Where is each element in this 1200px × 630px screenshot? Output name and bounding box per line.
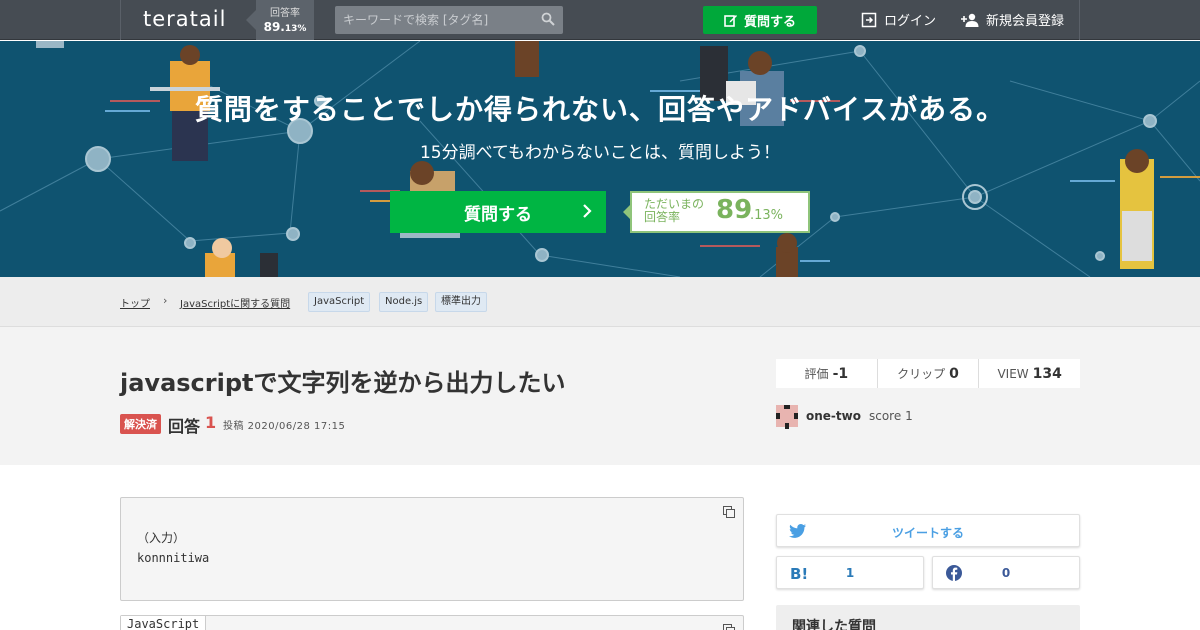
code-language-label: JavaScript [121, 616, 207, 630]
login-icon [861, 12, 877, 27]
signup-label: 新規会員登録 [986, 14, 1065, 29]
tag-javascript[interactable]: JavaScript [308, 292, 371, 312]
question-header: javascriptで文字列を逆から出力したい 解決済 回答 1 投稿 2020… [0, 327, 1200, 465]
facebook-count: 0 [1001, 566, 1011, 580]
question-stats: 評価 -1 クリップ 0 VIEW 134 [776, 359, 1080, 388]
breadcrumb-separator: › [163, 294, 168, 307]
status-badge: 解決済 [120, 414, 161, 434]
breadcrumb: トップ › JavaScriptに関する質問 JavaScript Node.j… [0, 277, 1200, 327]
chevron-right-icon [583, 204, 592, 218]
copy-icon[interactable] [723, 506, 735, 518]
search-box [335, 6, 563, 34]
answers-count[interactable]: 1 [205, 413, 216, 432]
hero-answer-rate: ただいまの回答率 89 .13% [623, 191, 810, 233]
hero-rate-decimal: .13% [750, 208, 784, 223]
login-label: ログイン [884, 14, 937, 29]
answer-rate-badge: 回答率 89.13% [246, 0, 314, 40]
tweet-label: ツイートする [891, 526, 964, 540]
hero-title: 質問をすることでしか得られない、回答やアドバイスがある。 [194, 93, 1006, 126]
javascript-code-block: JavaScript [120, 615, 744, 630]
answer-rate-value: 89.13% [263, 20, 307, 34]
hero-rate-number: 89 [716, 195, 753, 225]
question-title: javascriptで文字列を逆から出力したい [120, 369, 566, 397]
add-user-icon [961, 13, 979, 27]
hatena-bookmark-button[interactable]: B! 1 [776, 556, 924, 589]
input-code-block: （入力） konnnitiwa [120, 497, 744, 601]
stat-clip[interactable]: クリップ 0 [876, 359, 979, 388]
related-questions-panel: 関連した質問 [776, 605, 1080, 630]
navbar-inner: teratail 回答率 89.13% 質問する ログイン 新規会員登録 [120, 0, 1080, 40]
hatena-count: 1 [845, 566, 855, 580]
ask-question-button[interactable]: 質問する [703, 6, 817, 34]
ask-question-label: 質問する [743, 14, 796, 30]
avatar[interactable] [776, 405, 798, 427]
login-link[interactable]: ログイン [861, 10, 936, 29]
hero-ask-button[interactable]: 質問する [390, 191, 606, 233]
author-info: one-two score 1 [776, 405, 913, 427]
stat-rating: 評価 -1 [804, 365, 849, 382]
breadcrumb-javascript-questions[interactable]: JavaScriptに関する質問 [180, 295, 290, 310]
answers-label: 回答 [168, 417, 201, 436]
hero-banner: 質問をすることでしか得られない、回答やアドバイスがある。 15分調べてもわからな… [0, 41, 1200, 277]
tweet-button[interactable]: ツイートする [776, 514, 1080, 547]
related-questions-title: 関連した質問 [792, 619, 876, 630]
top-navbar: teratail 回答率 89.13% 質問する ログイン 新規会員登録 [0, 0, 1200, 40]
site-logo[interactable]: teratail [143, 7, 226, 31]
input-code: （入力） konnnitiwa [137, 531, 210, 565]
stat-views: VIEW 134 [978, 359, 1080, 388]
search-input[interactable] [335, 6, 525, 34]
copy-icon[interactable] [723, 624, 735, 630]
hero-rate-label: ただいまの回答率 [644, 197, 705, 224]
answer-rate-label: 回答率 [270, 8, 300, 19]
facebook-share-button[interactable]: 0 [932, 556, 1080, 589]
breadcrumb-top[interactable]: トップ [120, 295, 150, 310]
edit-icon [724, 15, 737, 27]
tag-stdout[interactable]: 標準出力 [435, 292, 487, 312]
search-icon[interactable] [541, 12, 555, 26]
author-name[interactable]: one-two [806, 409, 861, 423]
signup-link[interactable]: 新規会員登録 [961, 10, 1064, 29]
author-score: score 1 [868, 409, 913, 423]
posted-date: 投稿 2020/06/28 17:15 [223, 421, 346, 432]
hero-subtitle: 15分調べてもわからないことは、質問しよう！ [419, 143, 781, 163]
hero-ask-label: 質問する [464, 204, 532, 225]
tag-nodejs[interactable]: Node.js [379, 292, 429, 312]
